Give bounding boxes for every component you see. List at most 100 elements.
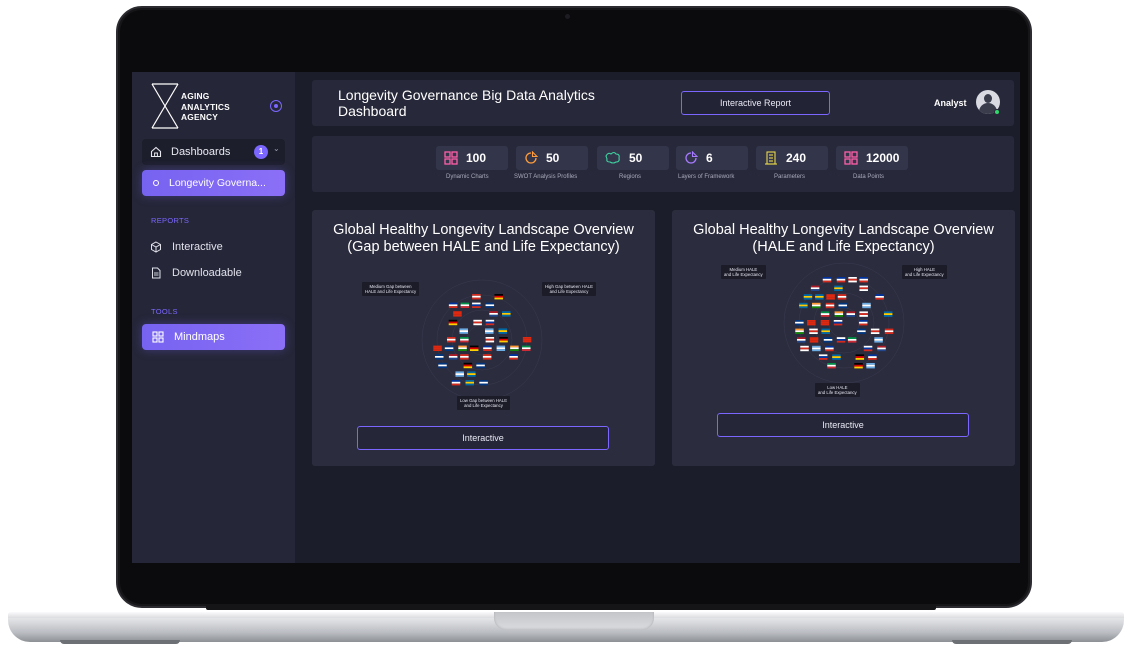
interactive-button[interactable]: Interactive [357, 426, 609, 450]
country-flag-icon[interactable] [460, 302, 470, 308]
country-flag-icon[interactable] [803, 294, 813, 300]
country-flag-icon[interactable] [499, 337, 508, 343]
sidebar-item-mindmaps[interactable]: Mindmaps [142, 324, 285, 350]
country-flag-icon[interactable] [502, 311, 511, 317]
country-flag-icon[interactable] [489, 311, 498, 317]
country-flag-icon[interactable] [509, 354, 518, 360]
country-flag-icon[interactable] [834, 311, 844, 317]
country-flag-icon[interactable] [809, 337, 819, 343]
country-flag-icon[interactable] [822, 277, 832, 283]
country-flag-icon[interactable] [868, 354, 877, 360]
country-flag-icon[interactable] [877, 345, 886, 352]
country-flag-icon[interactable] [496, 345, 506, 351]
country-flag-icon[interactable] [875, 294, 884, 300]
country-flag-icon[interactable] [472, 302, 481, 308]
country-flag-icon[interactable] [854, 363, 863, 369]
country-flag-icon[interactable] [862, 302, 871, 309]
country-flag-icon[interactable] [809, 328, 818, 334]
country-flag-icon[interactable] [453, 311, 462, 317]
country-flag-icon[interactable] [823, 337, 833, 343]
country-flag-icon[interactable] [482, 354, 492, 360]
country-flag-icon[interactable] [848, 277, 857, 283]
country-flag-icon[interactable] [833, 320, 843, 326]
country-flag-icon[interactable] [799, 302, 808, 309]
country-flag-icon[interactable] [826, 294, 835, 300]
brand-logo[interactable]: AGING ANALYTICS AGENCY [150, 82, 290, 134]
country-flag-icon[interactable] [463, 362, 473, 369]
country-flag-icon[interactable] [448, 354, 458, 360]
country-flag-icon[interactable] [469, 345, 479, 351]
country-flag-icon[interactable] [485, 337, 495, 343]
country-flag-icon[interactable] [825, 345, 834, 352]
country-flag-icon[interactable] [483, 345, 492, 351]
country-flag-icon[interactable] [476, 362, 485, 369]
country-flag-icon[interactable] [827, 363, 836, 369]
country-flag-icon[interactable] [837, 294, 847, 300]
country-flag-icon[interactable] [883, 311, 893, 317]
country-flag-icon[interactable] [855, 354, 865, 360]
country-flag-icon[interactable] [796, 337, 806, 343]
country-flag-icon[interactable] [458, 345, 467, 351]
country-flag-icon[interactable] [812, 345, 821, 352]
country-flag-icon[interactable] [455, 371, 464, 377]
country-flag-icon[interactable] [847, 337, 857, 343]
country-flag-icon[interactable] [795, 328, 804, 334]
country-flag-icon[interactable] [473, 319, 482, 326]
country-flag-icon[interactable] [866, 363, 875, 369]
country-flag-icon[interactable] [846, 311, 856, 317]
interactive-button[interactable]: Interactive [717, 413, 969, 437]
chevron-down-icon[interactable]: ⌄ [273, 144, 280, 153]
country-flag-icon[interactable] [858, 320, 868, 326]
country-flag-icon[interactable] [522, 337, 532, 343]
country-flag-icon[interactable] [433, 345, 442, 351]
interactive-report-button[interactable]: Interactive Report [681, 91, 830, 115]
country-flag-icon[interactable] [448, 302, 458, 308]
target-icon[interactable] [270, 100, 282, 112]
sidebar-item-longevity-governance[interactable]: Longevity Governa... [142, 170, 285, 196]
country-flag-icon[interactable] [467, 371, 476, 377]
country-flag-icon[interactable] [821, 328, 830, 334]
sidebar-item-dashboards[interactable]: Dashboards 1 ⌄ [142, 139, 285, 165]
country-flag-icon[interactable] [494, 294, 503, 300]
country-flag-icon[interactable] [498, 328, 508, 334]
country-flag-icon[interactable] [485, 319, 495, 326]
country-flag-icon[interactable] [836, 337, 846, 343]
country-flag-icon[interactable] [795, 320, 804, 326]
country-flag-icon[interactable] [472, 294, 481, 300]
country-flag-icon[interactable] [800, 345, 809, 352]
country-flag-icon[interactable] [832, 354, 841, 360]
country-flag-icon[interactable] [859, 285, 868, 291]
country-flag-icon[interactable] [807, 320, 816, 326]
country-flag-icon[interactable] [825, 302, 835, 309]
country-flag-icon[interactable] [459, 328, 469, 334]
country-flag-icon[interactable] [838, 302, 848, 309]
country-flag-icon[interactable] [451, 380, 461, 386]
country-flag-icon[interactable] [522, 345, 531, 351]
country-flag-icon[interactable] [818, 354, 828, 360]
country-flag-icon[interactable] [857, 328, 866, 334]
country-flag-icon[interactable] [434, 354, 444, 360]
country-flag-icon[interactable] [874, 337, 883, 343]
country-flag-icon[interactable] [863, 345, 873, 352]
country-flag-icon[interactable] [465, 380, 475, 386]
country-flag-icon[interactable] [859, 311, 868, 317]
country-flag-icon[interactable] [460, 354, 469, 360]
sidebar-item-downloadable[interactable]: Downloadable [150, 265, 242, 281]
country-flag-icon[interactable] [446, 337, 456, 343]
country-flag-icon[interactable] [836, 277, 846, 283]
country-flag-icon[interactable] [448, 319, 458, 326]
country-flag-icon[interactable] [485, 328, 494, 334]
country-flag-icon[interactable] [859, 277, 868, 283]
sidebar-item-interactive[interactable]: Interactive [150, 239, 223, 255]
country-flag-icon[interactable] [810, 285, 820, 291]
country-flag-icon[interactable] [870, 328, 880, 334]
country-flag-icon[interactable] [820, 311, 830, 317]
country-flag-icon[interactable] [485, 302, 495, 308]
country-flag-icon[interactable] [460, 337, 469, 343]
country-flag-icon[interactable] [820, 320, 830, 326]
country-flag-icon[interactable] [812, 302, 821, 309]
country-flag-icon[interactable] [510, 345, 519, 351]
country-flag-icon[interactable] [438, 362, 447, 369]
country-flag-icon[interactable] [884, 328, 894, 334]
country-flag-icon[interactable] [815, 294, 824, 300]
